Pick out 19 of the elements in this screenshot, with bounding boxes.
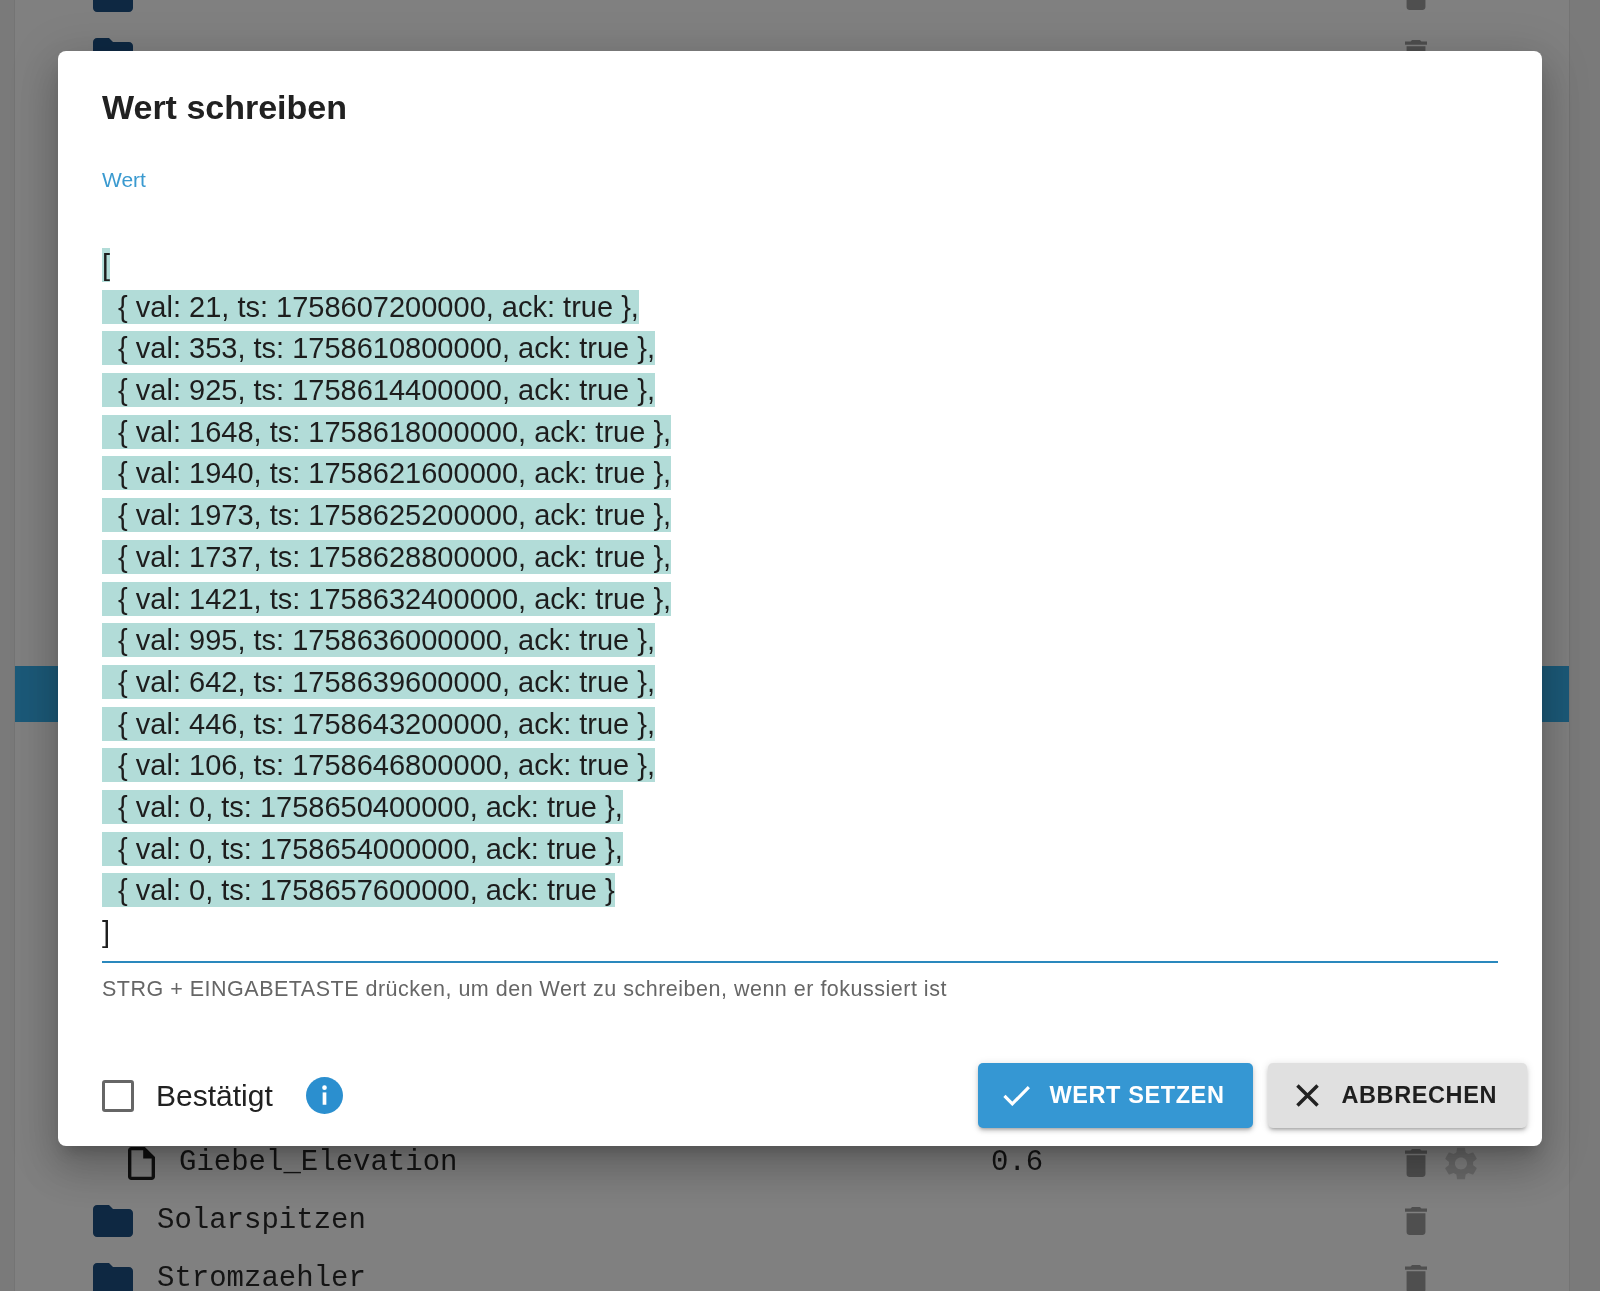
info-icon[interactable] bbox=[305, 1077, 343, 1114]
check-icon bbox=[1003, 1085, 1032, 1106]
file-icon bbox=[128, 1146, 155, 1180]
folder-icon bbox=[93, 1263, 133, 1291]
checkbox[interactable] bbox=[102, 1079, 134, 1112]
set-value-button[interactable]: WERT SETZEN bbox=[978, 1063, 1254, 1128]
close-icon bbox=[1296, 1084, 1320, 1107]
trash-icon[interactable] bbox=[1405, 1265, 1427, 1291]
trash-icon[interactable] bbox=[1405, 1149, 1427, 1177]
dialog-title: Wert schreiben bbox=[102, 87, 347, 127]
cancel-button[interactable]: ABBRECHEN bbox=[1268, 1063, 1527, 1128]
code-line: ] bbox=[102, 915, 111, 949]
helper-text: STRG + EINGABETASTE drücken, um den Wert zu schreiben, wenn er fokussiert ist bbox=[102, 977, 947, 1001]
settings-icon[interactable] bbox=[1445, 1146, 1477, 1180]
state-value: 0.6 bbox=[991, 1151, 1044, 1175]
field-label: Wert bbox=[102, 168, 146, 192]
folder-icon bbox=[93, 1205, 133, 1237]
checkbox-label[interactable]: Bestätigt bbox=[156, 1078, 273, 1113]
trash-icon[interactable] bbox=[1405, 1207, 1427, 1235]
